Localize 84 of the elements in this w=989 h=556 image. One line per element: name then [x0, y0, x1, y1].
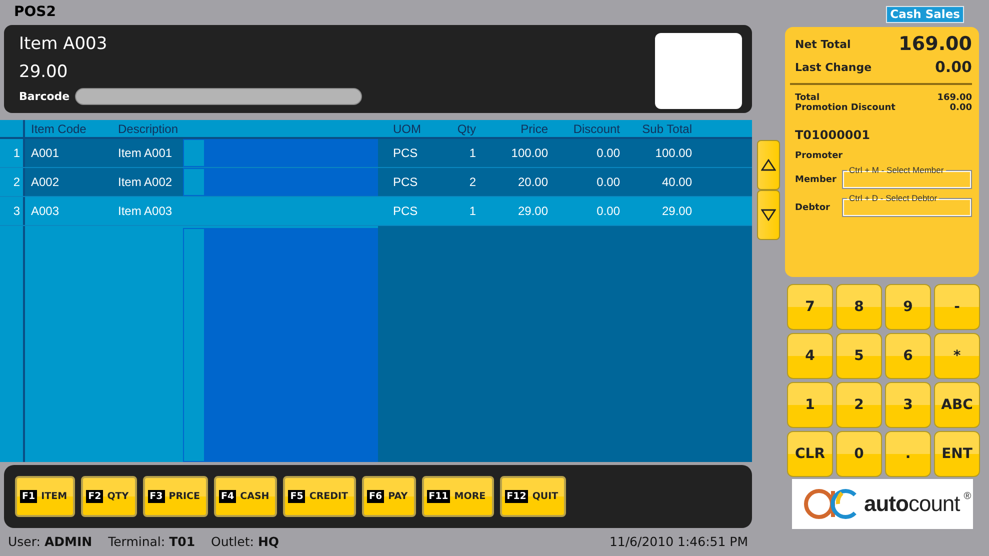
table-cell: Item A001 — [118, 146, 172, 160]
table-cell: A001 — [31, 146, 60, 160]
keypad-key[interactable]: CLR — [787, 431, 833, 477]
keypad-key[interactable]: 5 — [836, 333, 882, 379]
keypad-key[interactable]: 1 — [787, 382, 833, 428]
keypad-key[interactable]: 9 — [885, 284, 931, 330]
logo-wordmark: autocount — [864, 491, 960, 517]
function-key-button[interactable]: F12 QUIT — [500, 476, 566, 517]
column-header[interactable]: Discount — [573, 122, 620, 136]
debtor-label: Debtor — [795, 203, 830, 213]
last-change-label: Last Change — [795, 60, 872, 74]
keypad-key[interactable]: 0 — [836, 431, 882, 477]
keypad-key[interactable]: 6 — [885, 333, 931, 379]
last-change-value: 0.00 — [934, 58, 972, 76]
net-total-value: 169.00 — [898, 33, 972, 55]
item-name: Item A003 — [19, 33, 108, 56]
item-price: 29.00 — [19, 61, 68, 84]
function-key-button[interactable]: F5 CREDIT — [283, 476, 356, 517]
row-number: 1 — [13, 146, 20, 160]
function-key-button[interactable]: F11 MORE — [422, 476, 494, 517]
table-cell: A002 — [31, 175, 60, 189]
table-cell: 1 — [469, 204, 476, 218]
table-cell: PCS — [393, 146, 418, 160]
promoter-label: Promoter — [795, 151, 844, 161]
total-value: 169.00 — [937, 93, 972, 103]
table-cell: PCS — [393, 175, 418, 189]
function-key-button[interactable]: F1 ITEM — [15, 476, 76, 517]
keypad-key[interactable]: ENT — [934, 431, 980, 477]
net-total-label: Net Total — [795, 38, 851, 50]
function-key-button[interactable]: F4 CASH — [214, 476, 278, 517]
function-key-button[interactable]: F6 PAY — [362, 476, 416, 517]
barcode-label: Barcode — [19, 90, 70, 103]
table-cell: 29.00 — [518, 204, 548, 218]
barcode-field[interactable] — [74, 88, 362, 105]
date-time: 11/6/2010 1:46:51 PM — [609, 534, 748, 549]
total-label: Promotion Discount — [795, 103, 896, 113]
table-cell: 100.00 — [511, 146, 548, 160]
keypad-key[interactable]: 8 — [836, 284, 882, 330]
table-cell: 0.00 — [596, 175, 620, 189]
keypad-key[interactable]: 7 — [787, 284, 833, 330]
row-number: 2 — [13, 175, 20, 189]
table-cell: 0.00 — [596, 204, 620, 218]
triangle-up-icon — [761, 159, 776, 171]
function-key-button[interactable]: F3 PRICE — [142, 476, 208, 517]
table-row[interactable]: 2 A002 Item A002 PCS 2 20.00 0.00 40.00 — [0, 168, 752, 197]
receipt-number: T01000001 — [795, 128, 871, 142]
keypad-key[interactable]: . — [885, 431, 931, 477]
member-label: Member — [795, 175, 836, 185]
column-header[interactable]: Description — [118, 122, 178, 136]
table-cell: 100.00 — [655, 146, 692, 160]
triangle-down-icon — [761, 209, 776, 221]
table-cell: 0.00 — [596, 146, 620, 160]
scroll-up-button[interactable] — [757, 140, 780, 190]
row-number: 3 — [13, 204, 20, 218]
column-header[interactable]: Item Code — [31, 122, 86, 136]
keypad-key[interactable]: ABC — [934, 382, 980, 428]
keypad-key[interactable]: - — [934, 284, 980, 330]
table-cell: 40.00 — [662, 175, 692, 189]
keypad-key[interactable]: * — [934, 333, 980, 379]
table-cell: 20.00 — [518, 175, 548, 189]
status-field: Outlet: HQ — [211, 534, 280, 549]
table-cell: A003 — [31, 204, 60, 218]
total-label: Total — [795, 93, 820, 103]
total-value: 0.00 — [950, 103, 972, 113]
status-field: User: ADMIN — [8, 534, 92, 549]
registered-mark: ® — [964, 491, 972, 502]
table-cell: Item A002 — [118, 175, 172, 189]
window-title: POS2 — [14, 4, 56, 20]
status-field: Terminal: T01 — [108, 534, 196, 549]
table-cell: PCS — [393, 204, 418, 218]
keypad-key[interactable]: 2 — [836, 382, 882, 428]
table-cell: 1 — [469, 146, 476, 160]
column-header[interactable]: Qty — [457, 122, 476, 136]
keypad-key[interactable]: 3 — [885, 382, 931, 428]
column-header[interactable]: UOM — [393, 122, 421, 136]
function-key-button[interactable]: F2 QTY — [81, 476, 137, 517]
column-header[interactable]: Price — [520, 122, 548, 136]
column-header[interactable]: Sub Total — [642, 122, 692, 136]
table-cell: 2 — [469, 175, 476, 189]
scroll-down-button[interactable] — [757, 190, 780, 240]
table-cell: Item A003 — [118, 204, 172, 218]
table-row[interactable]: 1 A001 Item A001 PCS 1 100.00 0.00 100.00 — [0, 139, 752, 168]
keypad-key[interactable]: 4 — [787, 333, 833, 379]
table-cell: 29.00 — [662, 204, 692, 218]
